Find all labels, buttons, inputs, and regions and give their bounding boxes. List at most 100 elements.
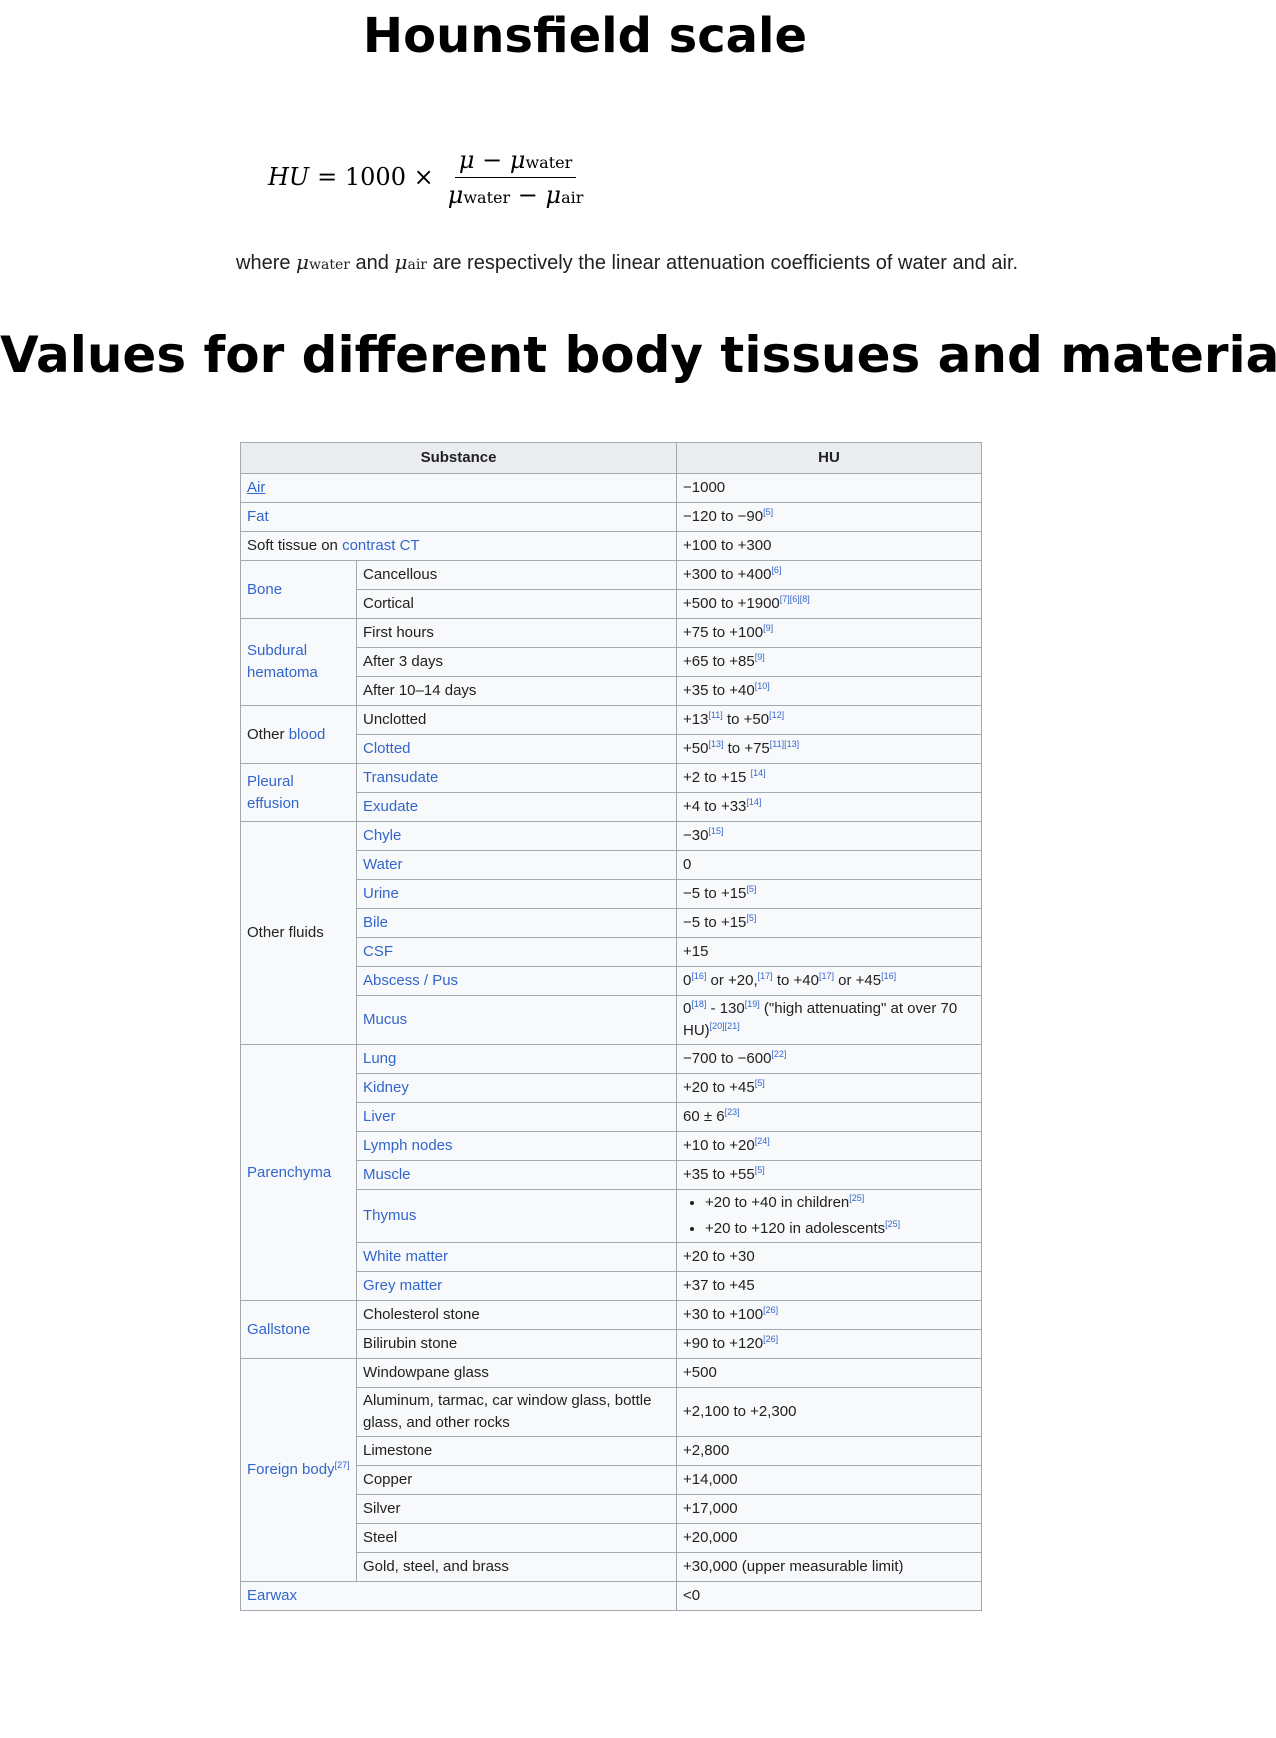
hu-cell: −700 to −600[22]: [676, 1044, 982, 1074]
citation[interactable]: [18]: [691, 999, 706, 1009]
table-row: Air −1000: [240, 473, 982, 503]
formula-numerator: μ − μwater: [454, 146, 577, 178]
subdural-hematoma-link[interactable]: Subdural hematoma: [247, 642, 318, 681]
hounsfield-table: Substance HU Air −1000 Fat −120 to −90[5…: [240, 442, 982, 1611]
header-substance: Substance: [240, 442, 677, 474]
table-row: Other fluids Chyle −30[15]: [240, 821, 982, 1045]
table-row: Fat −120 to −90[5]: [240, 502, 982, 532]
chyle-link[interactable]: Chyle: [363, 827, 401, 844]
substance-cell: Mucus: [356, 995, 677, 1045]
earwax-link[interactable]: Earwax: [247, 1587, 297, 1604]
substance-cell: Lung: [356, 1044, 677, 1074]
hu-cell: +30,000 (upper measurable limit): [676, 1552, 982, 1582]
hu-cell: +37 to +45: [676, 1271, 982, 1301]
lung-link[interactable]: Lung: [363, 1050, 396, 1067]
hu-cell: +20 to +30: [676, 1242, 982, 1272]
citation[interactable]: [16]: [881, 971, 896, 981]
citation[interactable]: [27]: [335, 1460, 350, 1470]
table-header-row: Substance HU: [240, 442, 982, 474]
citation[interactable]: [5]: [763, 507, 773, 517]
citation[interactable]: [11][13]: [770, 739, 799, 749]
table-row: Parenchyma Lung −700 to −600[22]: [240, 1044, 982, 1301]
citation[interactable]: [24]: [755, 1136, 770, 1146]
citation[interactable]: [12]: [769, 710, 784, 720]
substance-cell: Limestone: [356, 1436, 677, 1466]
citation[interactable]: [7][6][8]: [780, 594, 810, 604]
substance-cell: Clotted: [356, 734, 677, 764]
citation[interactable]: [25]: [885, 1219, 900, 1229]
substance-cell: Gold, steel, and brass: [356, 1552, 677, 1582]
citation[interactable]: [26]: [763, 1305, 778, 1315]
urine-link[interactable]: Urine: [363, 885, 399, 902]
parenchyma-link[interactable]: Parenchyma: [247, 1164, 331, 1181]
bone-link[interactable]: Bone: [247, 581, 282, 598]
hu-cell: −30[15]: [676, 821, 982, 851]
citation[interactable]: [15]: [708, 826, 723, 836]
kidney-link[interactable]: Kidney: [363, 1079, 409, 1096]
citation[interactable]: [19]: [745, 999, 760, 1009]
hu-cell: 60 ± 6[23]: [676, 1102, 982, 1132]
air-link[interactable]: Air: [247, 479, 265, 496]
formula-lhs: HU: [268, 163, 310, 191]
thymus-list: +20 to +40 in children[25] +20 to +120 i…: [683, 1190, 975, 1242]
citation[interactable]: [22]: [771, 1049, 786, 1059]
substance-cell: Cortical: [356, 589, 677, 619]
csf-link[interactable]: CSF: [363, 943, 393, 960]
grey-matter-link[interactable]: Grey matter: [363, 1277, 442, 1294]
citation[interactable]: [10]: [755, 681, 770, 691]
citation[interactable]: [26]: [763, 1334, 778, 1344]
foreign-body-link[interactable]: Foreign body: [247, 1461, 335, 1478]
citation[interactable]: [6]: [771, 565, 781, 575]
citation[interactable]: [5]: [755, 1165, 765, 1175]
hu-cell: −120 to −90[5]: [676, 502, 982, 532]
bile-link[interactable]: Bile: [363, 914, 388, 931]
clotted-link[interactable]: Clotted: [363, 740, 411, 757]
citation[interactable]: [16]: [691, 971, 706, 981]
hu-cell: +13[11] to +50[12]: [676, 705, 982, 735]
citation[interactable]: [20][21]: [710, 1021, 740, 1031]
water-link[interactable]: Water: [363, 856, 402, 873]
substance-cell: Bile: [356, 908, 677, 938]
citation[interactable]: [5]: [746, 884, 756, 894]
citation[interactable]: [23]: [725, 1107, 740, 1117]
substance-cell: Air: [240, 473, 677, 503]
citation[interactable]: [9]: [763, 623, 773, 633]
hu-cell: 0: [676, 850, 982, 880]
transudate-link[interactable]: Transudate: [363, 769, 438, 786]
liver-link[interactable]: Liver: [363, 1108, 396, 1125]
substance-cell: Bilirubin stone: [356, 1329, 677, 1359]
citation[interactable]: [13]: [708, 739, 723, 749]
exudate-link[interactable]: Exudate: [363, 798, 418, 815]
hu-cell: +20 to +40 in children[25] +20 to +120 i…: [676, 1189, 982, 1243]
citation[interactable]: [17]: [758, 971, 773, 981]
hu-cell: +65 to +85[9]: [676, 647, 982, 677]
table-row: Earwax <0: [240, 1581, 982, 1611]
contrast-ct-link[interactable]: contrast CT: [342, 537, 420, 554]
citation[interactable]: [5]: [755, 1078, 765, 1088]
substance-cell: After 10–14 days: [356, 676, 677, 706]
citation[interactable]: [14]: [751, 768, 766, 778]
hu-cell: +90 to +120[26]: [676, 1329, 982, 1359]
white-matter-link[interactable]: White matter: [363, 1248, 448, 1265]
blood-link[interactable]: blood: [289, 726, 326, 743]
substance-cell: Cancellous: [356, 560, 677, 590]
gallstone-link[interactable]: Gallstone: [247, 1321, 310, 1338]
citation[interactable]: [25]: [849, 1193, 864, 1203]
substance-cell: Soft tissue on contrast CT: [240, 531, 677, 561]
hu-cell: +75 to +100[9]: [676, 618, 982, 648]
citation[interactable]: [17]: [819, 971, 834, 981]
citation[interactable]: [11]: [708, 710, 722, 720]
mucus-link[interactable]: Mucus: [363, 1011, 407, 1028]
citation[interactable]: [14]: [746, 797, 761, 807]
thymus-link[interactable]: Thymus: [363, 1207, 416, 1224]
fat-link[interactable]: Fat: [247, 508, 269, 525]
citation[interactable]: [5]: [746, 913, 756, 923]
citation[interactable]: [9]: [755, 652, 765, 662]
pleural-effusion-link[interactable]: Pleural effusion: [247, 773, 299, 812]
group-cell: Gallstone: [240, 1300, 357, 1359]
lymph-nodes-link[interactable]: Lymph nodes: [363, 1137, 453, 1154]
abscess-pus-link[interactable]: Abscess / Pus: [363, 972, 458, 989]
substance-cell: After 3 days: [356, 647, 677, 677]
substance-cell: Muscle: [356, 1160, 677, 1190]
muscle-link[interactable]: Muscle: [363, 1166, 411, 1183]
